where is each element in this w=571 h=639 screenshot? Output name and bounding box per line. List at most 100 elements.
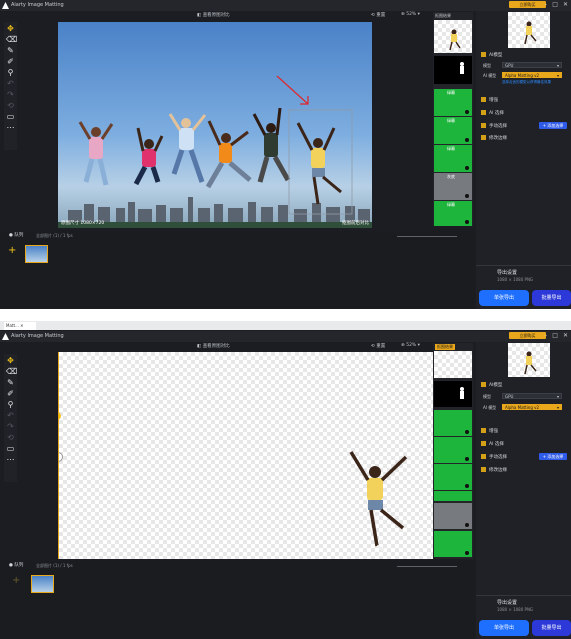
ai-model-select[interactable]: Alpha Matting v2 ▾ [502,404,562,410]
single-export-button[interactable]: 单张导出 [479,290,529,306]
thumbs-header: 抠图结果 [435,13,451,18]
export-settings[interactable]: 导出设置 1080 × 1080 PNG [476,595,571,616]
move-icon[interactable]: ✥ [6,356,15,365]
thumb-black[interactable] [434,381,472,407]
thumb-transparent[interactable] [434,20,472,53]
close-icon[interactable]: ✕ [563,1,568,8]
edge-edit-row[interactable]: 修改边缘 [481,467,569,475]
thumb-green-5[interactable] [434,531,472,557]
minimize-icon[interactable]: – [544,332,547,339]
buy-chip[interactable]: 立即购买 [509,332,546,339]
crop-icon[interactable]: ▭ [6,444,15,453]
thumb-green-1[interactable] [434,410,472,436]
buy-chip[interactable]: 立即购买 [509,1,546,8]
add-image-button[interactable]: + [8,245,16,256]
eraser-icon[interactable]: ⌫ [6,35,17,44]
thumb-black[interactable] [434,56,472,84]
model-section-header: AI模型 [481,52,569,60]
queue-bar: ● 队列 全部图片 (1) / 1 fps + [0,561,475,639]
ai-select-row[interactable]: AI 选择 [481,110,569,118]
undo-icon[interactable]: ↶ [6,79,15,88]
batch-export-button[interactable]: 批量导出 [532,620,571,636]
add-image-button[interactable]: + [12,575,20,586]
thumb-transparent[interactable] [434,351,472,378]
compare-toggle[interactable]: ◧ 查看原图对比 [197,12,230,21]
queue-thumbnail[interactable] [25,245,48,263]
eraser-icon[interactable]: ⌫ [6,367,17,376]
app-title: Aiarty Image Matting [11,2,64,8]
zoom-select[interactable]: ⊕ 52% ▾ [401,12,420,21]
compare-toggle[interactable]: ◧ 查看原图对比 [197,343,230,352]
manual-select-icon [481,123,486,128]
reset-button[interactable]: ⟲ 重置 [371,343,385,352]
queue-thumbnail[interactable] [31,575,54,593]
ai-model-select[interactable]: Alpha Matting v2 ▾ [502,72,562,78]
batch-export-button[interactable]: 批量导出 [532,290,571,306]
export-title: 导出设置 [497,600,518,606]
result-transparent-canvas[interactable] [58,352,435,559]
original-image-canvas[interactable]: 原图尺寸 1080×720 抠图前后对比 [58,22,372,228]
thumb-grey[interactable] [434,503,472,529]
reset-label: 重置 [376,344,386,349]
tool-palette: ✥ ⌫ ✎ ✐ ⚲ ↶ ↷ ⟲ ▭ ⋯ [4,22,17,150]
result-thumbnail-column: 抠图结果 绿幕 绿幕 绿幕 灰底 绿幕 [433,12,473,226]
thumb-size-slider[interactable] [397,566,457,567]
maximize-icon[interactable]: □ [552,1,558,8]
magic-wand-icon[interactable]: ⚲ [6,400,15,409]
browser-tab-bar: Matt... ✕ [0,321,571,330]
reset-button[interactable]: ⟲ 重置 [371,12,385,21]
enhance-row[interactable]: 增强 [481,428,569,436]
add-selection-button[interactable]: + 添加选择 [539,453,567,460]
ai-model-label: AI 模型 [483,405,497,410]
close-icon[interactable]: ✕ [563,332,568,339]
magic-wand-icon[interactable]: ⚲ [6,68,15,77]
settings-panel: AI模型 模型 GPU ▾ AI 模型 Alpha Matting v2 ▾ 选… [476,11,571,309]
redo-icon[interactable]: ↷ [6,90,15,99]
thumb-size-slider[interactable] [397,236,457,237]
thumb-green-2[interactable] [434,437,472,463]
ai-select-icon [481,110,486,115]
thumb-green-4[interactable]: 绿幕 [434,201,472,226]
info-icon[interactable]: ⋯ [6,455,15,464]
reset-icon[interactable]: ⟲ [6,433,15,442]
enhance-row[interactable]: 增强 [481,97,569,105]
move-icon[interactable]: ✥ [6,24,15,33]
model-select[interactable]: GPU ▾ [502,393,562,399]
thumb-green-3[interactable] [434,464,472,490]
window-tab[interactable]: Matt... ✕ [4,322,36,330]
redo-icon[interactable]: ↷ [6,422,15,431]
reset-icon[interactable]: ⟲ [6,101,15,110]
add-selection-button[interactable]: + 添加选择 [539,122,567,129]
zoom-select[interactable]: ⊕ 52% ▾ [401,343,420,352]
maximize-icon[interactable]: □ [552,332,558,339]
title-bar: Aiarty Image Matting 立即购买 – □ ✕ [0,0,571,11]
ai-select-icon [481,441,486,446]
thumb-green-3[interactable]: 绿幕 [434,145,472,172]
app-logo-icon [2,2,9,9]
edge-edit-row[interactable]: 修改边缘 [481,135,569,143]
brush-small-icon[interactable]: ✐ [6,389,15,398]
brush-icon[interactable]: ✎ [6,46,15,55]
thumb-green-1[interactable]: 绿幕 [434,89,472,116]
ai-select-row[interactable]: AI 选择 [481,441,569,449]
queue-label: ● 队列 [9,563,24,568]
model-select[interactable]: GPU ▾ [502,62,562,68]
thumb-grey[interactable]: 灰底 [434,173,472,200]
chip-icon [481,52,486,57]
export-settings[interactable]: 导出设置 1080 × 1080 PNG [476,265,571,286]
brush-icon[interactable]: ✎ [6,378,15,387]
brush-small-icon[interactable]: ✐ [6,57,15,66]
thumb-green-4[interactable] [434,491,472,501]
single-export-button[interactable]: 单张导出 [479,620,529,636]
app-title: Aiarty Image Matting [11,333,64,339]
queue-bar: ● 队列 全部图片 (1) / 1 fps + [0,231,475,309]
info-icon[interactable]: ⋯ [6,123,15,132]
thumb-green-2[interactable]: 绿幕 [434,117,472,144]
canvas-caption-left: 原图尺寸 1080×720 [61,221,105,226]
thumbs-header: 抠图结果 [435,344,455,350]
undo-icon[interactable]: ↶ [6,411,15,420]
model-section-header: AI模型 [481,382,569,390]
minimize-icon[interactable]: – [544,1,547,8]
crop-icon[interactable]: ▭ [6,112,15,121]
tool-palette: ✥ ⌫ ✎ ✐ ⚲ ↶ ↷ ⟲ ▭ ⋯ [4,354,17,482]
